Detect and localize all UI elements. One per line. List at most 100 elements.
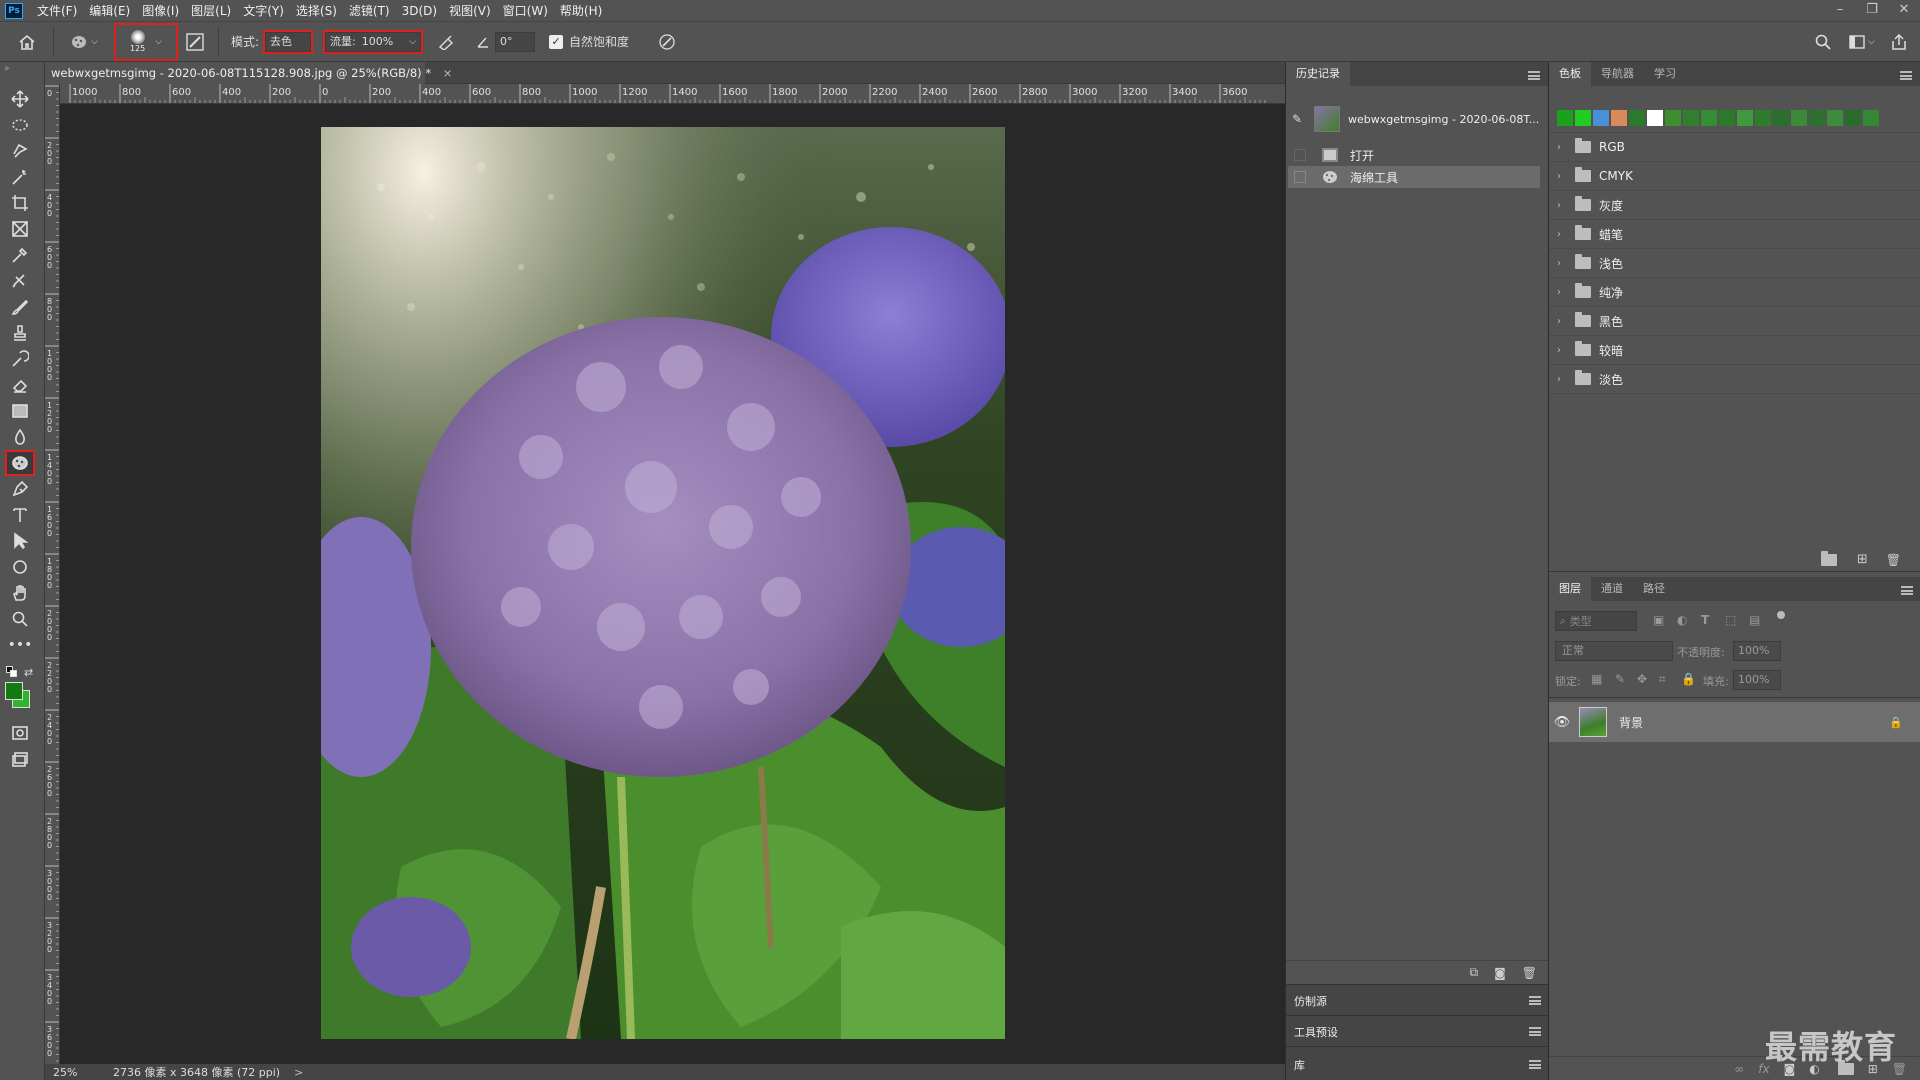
minimize-icon[interactable]: – <box>1824 0 1856 21</box>
color-swatch[interactable] <box>1827 110 1843 126</box>
healing-brush-tool-icon[interactable] <box>7 270 33 292</box>
clone-source-panel[interactable]: 仿制源 <box>1286 984 1549 1015</box>
history-snapshot[interactable]: ✎ webwxgetmsgimg - 2020-06-08T... <box>1288 100 1540 138</box>
path-selection-tool-icon[interactable] <box>7 530 33 552</box>
adjustment-filter-icon[interactable]: ◐ <box>1677 613 1687 627</box>
type-filter-icon[interactable]: T <box>1701 613 1709 627</box>
tab-swatches[interactable]: 色板 <box>1549 62 1591 86</box>
quick-mask-icon[interactable] <box>7 722 33 744</box>
menu-image[interactable]: 图像(I) <box>136 2 185 19</box>
panel-menu-icon[interactable] <box>1528 71 1540 80</box>
panel-menu-icon[interactable] <box>1529 1027 1541 1036</box>
type-tool-icon[interactable] <box>7 504 33 526</box>
color-swatch[interactable] <box>1557 110 1573 126</box>
color-swatch[interactable] <box>1863 110 1879 126</box>
menu-layer[interactable]: 图层(L) <box>185 2 237 19</box>
move-tool-icon[interactable] <box>7 88 33 110</box>
swatch-group-pure[interactable]: › 纯净 <box>1549 278 1920 307</box>
swatch-group-light[interactable]: › 浅色 <box>1549 249 1920 278</box>
share-icon[interactable] <box>1886 29 1912 55</box>
collapse-arrows-icon[interactable]: » <box>4 64 10 74</box>
search-icon[interactable] <box>1810 29 1836 55</box>
color-swatch[interactable] <box>1593 110 1609 126</box>
default-colors-icon[interactable] <box>6 666 18 678</box>
sponge-tool-icon[interactable] <box>5 450 35 476</box>
color-swatch[interactable] <box>1575 110 1591 126</box>
tab-navigator[interactable]: 导航器 <box>1591 62 1644 86</box>
history-item[interactable]: 打开 <box>1288 144 1540 166</box>
new-swatch-icon[interactable]: ⊞ <box>1857 552 1868 567</box>
clone-stamp-tool-icon[interactable] <box>7 322 33 344</box>
menu-view[interactable]: 视图(V) <box>443 2 497 19</box>
flow-input[interactable]: 流量: 100% ⌵ <box>323 29 424 54</box>
color-swatch[interactable] <box>1647 110 1663 126</box>
history-source-checkbox[interactable] <box>1294 149 1306 161</box>
document-image[interactable] <box>321 127 1005 1039</box>
menu-window[interactable]: 窗口(W) <box>497 2 554 19</box>
foreground-color-swatch[interactable] <box>5 682 23 700</box>
home-icon[interactable] <box>13 28 41 56</box>
tool-preset-picker[interactable]: ⌵ <box>66 29 102 55</box>
menu-help[interactable]: 帮助(H) <box>554 2 608 19</box>
tab-learn[interactable]: 学习 <box>1644 62 1686 86</box>
trash-icon[interactable]: 🗑 <box>1522 966 1537 980</box>
menu-3d[interactable]: 3D(D) <box>396 4 443 18</box>
blend-mode-select[interactable]: 正常 <box>1555 641 1673 661</box>
swatch-group-pale[interactable]: › 淡色 <box>1549 365 1920 394</box>
color-swatch[interactable] <box>1737 110 1753 126</box>
magic-wand-tool-icon[interactable] <box>7 166 33 188</box>
swatch-group-rgb[interactable]: › RGB <box>1549 133 1920 162</box>
menu-type[interactable]: 文字(Y) <box>237 2 290 19</box>
swatch-group-pastel[interactable]: › 蜡笔 <box>1549 220 1920 249</box>
link-layers-icon[interactable]: ∞ <box>1734 1062 1744 1076</box>
screen-mode-icon[interactable] <box>7 748 33 770</box>
history-source-checkbox[interactable] <box>1294 171 1306 183</box>
lasso-tool-icon[interactable] <box>7 140 33 162</box>
shape-filter-icon[interactable]: ⬚ <box>1725 613 1736 627</box>
layer-filter-select[interactable]: ⌕ 类型 <box>1555 611 1637 631</box>
fill-input[interactable]: 100% <box>1733 670 1781 690</box>
pressure-icon[interactable] <box>655 30 679 54</box>
color-swatch[interactable] <box>1755 110 1771 126</box>
lock-artboard-icon[interactable]: ⌗ <box>1659 672 1666 687</box>
color-swatch[interactable] <box>1611 110 1627 126</box>
color-swatch[interactable] <box>1809 110 1825 126</box>
airbrush-icon[interactable] <box>435 30 459 54</box>
status-menu-arrow[interactable]: > <box>294 1066 303 1079</box>
color-swatch[interactable] <box>1773 110 1789 126</box>
layer-name[interactable]: 背景 <box>1619 714 1643 731</box>
color-swatch[interactable] <box>1629 110 1645 126</box>
history-brush-tool-icon[interactable] <box>7 348 33 370</box>
restore-icon[interactable]: ❐ <box>1856 0 1888 21</box>
pen-tool-icon[interactable] <box>7 478 33 500</box>
tab-history[interactable]: 历史记录 <box>1286 62 1350 86</box>
swatch-group-grayscale[interactable]: › 灰度 <box>1549 191 1920 220</box>
brush-settings-icon[interactable] <box>184 31 206 53</box>
tab-layers[interactable]: 图层 <box>1549 577 1591 601</box>
panel-menu-icon[interactable] <box>1529 1060 1541 1069</box>
more-tools-icon[interactable]: ••• <box>7 634 33 656</box>
close-icon[interactable]: ✕ <box>1888 0 1920 21</box>
camera-icon[interactable]: ◙ <box>1494 966 1506 980</box>
menu-filter[interactable]: 滤镜(T) <box>343 2 396 19</box>
close-tab-icon[interactable]: × <box>443 66 453 80</box>
filter-toggle-icon[interactable] <box>1777 611 1785 619</box>
zoom-level[interactable]: 25% <box>53 1066 103 1079</box>
menu-edit[interactable]: 编辑(E) <box>83 2 136 19</box>
document-tab[interactable]: webwxgetmsgimg - 2020-06-08T115128.908.j… <box>45 62 452 84</box>
zoom-tool-icon[interactable] <box>7 608 33 630</box>
color-swatch[interactable] <box>1845 110 1861 126</box>
workspace-icon[interactable]: ⌵ <box>1844 29 1880 55</box>
history-item-active[interactable]: 海绵工具 <box>1288 166 1540 188</box>
eyedropper-tool-icon[interactable] <box>7 244 33 266</box>
crop-tool-icon[interactable] <box>7 192 33 214</box>
lock-position-icon[interactable]: ✥ <box>1637 672 1647 686</box>
tool-presets-panel[interactable]: 工具预设 <box>1286 1015 1549 1046</box>
panel-menu-icon[interactable] <box>1529 996 1541 1005</box>
brush-tool-icon[interactable] <box>7 296 33 318</box>
history-brush-source-icon[interactable]: ✎ <box>1292 112 1312 126</box>
color-swatch[interactable] <box>1791 110 1807 126</box>
menu-select[interactable]: 选择(S) <box>290 2 343 19</box>
mode-select[interactable]: 去色 <box>263 29 314 54</box>
new-group-icon[interactable] <box>1820 550 1837 566</box>
